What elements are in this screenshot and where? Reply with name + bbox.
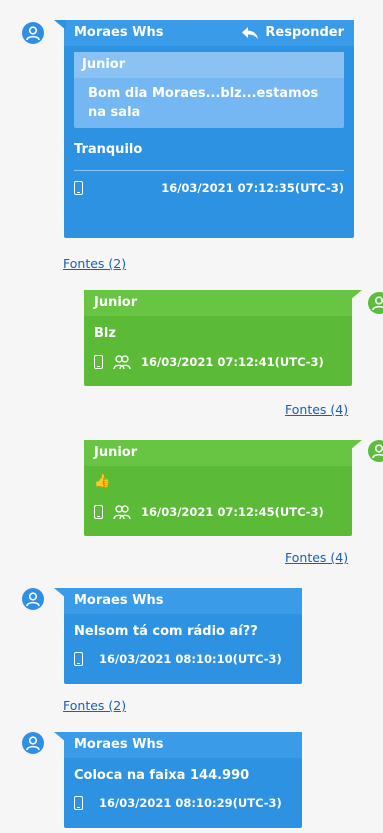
message-text: Blz (94, 326, 116, 341)
timestamp: 16/03/2021 07:12:45(UTC-3) (141, 505, 324, 519)
group-icon (113, 355, 131, 370)
phone-icon (94, 355, 103, 369)
divider (74, 170, 344, 171)
timestamp: 16/03/2021 08:10:10(UTC-3) (99, 652, 282, 666)
message-bubble-1: Moraes Whs Responder Junior Bom dia Mora… (64, 20, 354, 238)
message-text: Tranquilo (74, 142, 143, 157)
bubble-tail (350, 440, 362, 450)
user-avatar-icon (368, 292, 383, 314)
message-header: Moraes Whs (64, 588, 302, 614)
quoted-message[interactable]: Junior Bom dia Moraes...blz...estamos na… (74, 52, 344, 128)
message-bubble-3: Junior 👍 16/03/2021 07:12:45(UTC-3) (84, 440, 352, 536)
group-icon (113, 505, 131, 520)
message-header: Junior (84, 290, 352, 316)
message-header: Junior (84, 440, 352, 466)
reply-label: Responder (265, 25, 344, 40)
user-avatar-icon (368, 440, 383, 462)
timestamp: 16/03/2021 07:12:41(UTC-3) (141, 355, 324, 369)
sources-link[interactable]: Fontes (4) (285, 402, 348, 417)
bubble-tail (350, 290, 362, 300)
message-footer: 16/03/2021 07:12:45(UTC-3) (84, 504, 352, 520)
message-footer: 16/03/2021 07:12:41(UTC-3) (84, 354, 352, 370)
bubble-tail (54, 588, 66, 598)
message-bubble-5: Moraes Whs Coloca na faixa 144.990 16/03… (64, 732, 302, 828)
sources-link[interactable]: Fontes (2) (63, 256, 126, 271)
phone-icon (74, 652, 83, 666)
phone-icon (74, 796, 83, 810)
sender-name: Junior (94, 445, 138, 460)
sources-link[interactable]: Fontes (4) (285, 550, 348, 565)
sources-link[interactable]: Fontes (2) (63, 698, 126, 713)
sender-name: Junior (94, 295, 138, 310)
message-bubble-4: Moraes Whs Nelsom tá com rádio aí?? 16/0… (64, 588, 302, 684)
message-footer: 16/03/2021 08:10:10(UTC-3) (64, 652, 302, 666)
thumbs-up-icon: 👍 (94, 474, 111, 489)
message-footer: 16/03/2021 07:12:35(UTC-3) (64, 181, 354, 195)
message-header: Moraes Whs Responder (64, 20, 354, 46)
bubble-tail (54, 20, 66, 30)
sender-name: Moraes Whs (74, 593, 164, 608)
message-header: Moraes Whs (64, 732, 302, 758)
sender-name: Moraes Whs (74, 25, 164, 40)
bubble-tail (54, 732, 66, 742)
user-avatar-icon (22, 588, 44, 610)
quoted-text: Bom dia Moraes...blz...estamos na sala (88, 86, 319, 120)
phone-icon (74, 181, 83, 195)
reply-arrow-icon (242, 27, 259, 39)
user-avatar-icon (22, 732, 44, 754)
timestamp: 16/03/2021 07:12:35(UTC-3) (161, 181, 344, 195)
message-bubble-2: Junior Blz 16/03/2021 07:12:41(UTC-3) (84, 290, 352, 386)
timestamp: 16/03/2021 08:10:29(UTC-3) (99, 796, 282, 810)
sender-name: Moraes Whs (74, 737, 164, 752)
reply-button[interactable]: Responder (241, 20, 344, 46)
message-text: Coloca na faixa 144.990 (74, 768, 250, 783)
message-footer: 16/03/2021 08:10:29(UTC-3) (64, 796, 302, 810)
message-text: Nelsom tá com rádio aí?? (74, 624, 258, 639)
user-avatar-icon (22, 22, 44, 44)
phone-icon (94, 505, 103, 519)
quoted-sender: Junior (74, 52, 344, 78)
